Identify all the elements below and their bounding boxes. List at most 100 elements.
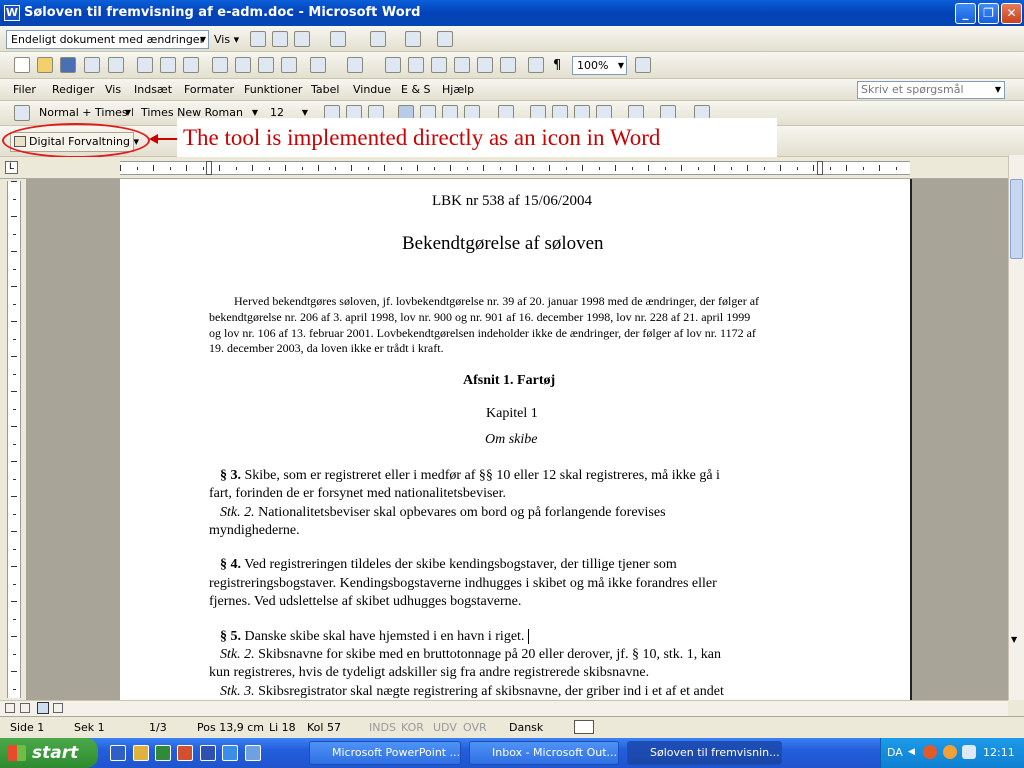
ruler-tick <box>252 165 253 171</box>
highlight-icon[interactable] <box>405 31 421 47</box>
scroll-down-icon[interactable]: ▼ <box>1011 635 1017 644</box>
paragraph-5-stk3-line-1: Stk. 3. Skibsregistrator skal nægte regi… <box>220 684 724 699</box>
ruler-tick <box>11 566 17 567</box>
insert-table-icon[interactable] <box>431 57 447 73</box>
ruler-tick <box>13 303 16 305</box>
previous-change-icon[interactable] <box>250 31 266 47</box>
scroll-thumb[interactable] <box>1010 179 1023 259</box>
tables-borders-icon[interactable] <box>408 57 424 73</box>
reject-change-icon[interactable] <box>330 31 346 47</box>
quicklaunch-app-icon[interactable] <box>200 745 216 761</box>
help-icon[interactable] <box>635 57 651 73</box>
style-select[interactable]: Normal + Times N ▼ <box>35 104 133 123</box>
tray-expand-icon[interactable]: ◀ <box>908 747 915 757</box>
ruler-tick <box>285 165 286 171</box>
new-document-icon[interactable] <box>14 57 30 73</box>
status-ovr[interactable]: OVR <box>463 721 487 734</box>
spelling-status-icon[interactable] <box>574 720 594 734</box>
ruler-tick <box>169 167 171 170</box>
menu-funktioner[interactable]: Funktioner <box>244 83 302 96</box>
show-formatting-icon[interactable]: ¶ <box>553 58 561 73</box>
quicklaunch-explorer-icon[interactable] <box>245 745 261 761</box>
display-mode-select[interactable]: Endeligt dokument med ændringer ▼ <box>6 30 209 49</box>
print-preview-icon[interactable] <box>160 57 176 73</box>
quicklaunch-ie-icon[interactable] <box>222 745 238 761</box>
status-ext[interactable]: UDV <box>433 721 457 734</box>
accept-change-icon[interactable] <box>294 31 310 47</box>
vertical-scrollbar[interactable]: ▼ <box>1008 155 1024 700</box>
zoom-select[interactable]: 100% ▼ <box>572 56 627 75</box>
permission-icon[interactable] <box>84 57 100 73</box>
menu-e-s[interactable]: E & S <box>401 83 431 96</box>
left-indent-marker[interactable] <box>206 161 212 175</box>
normal-view-icon[interactable] <box>5 703 15 713</box>
horizontal-scrollbar[interactable] <box>0 700 1008 716</box>
tray-volume-icon[interactable] <box>962 745 976 759</box>
right-indent-marker[interactable] <box>817 161 823 175</box>
email-icon[interactable] <box>108 57 124 73</box>
cut-icon[interactable] <box>212 57 228 73</box>
document-page[interactable]: LBK nr 538 af 15/06/2004 Bekendtgørelse … <box>120 179 912 700</box>
track-changes-icon[interactable] <box>437 31 453 47</box>
paste-icon[interactable] <box>258 57 274 73</box>
task-outlook[interactable]: Inbox - Microsoft Out... <box>469 741 619 765</box>
ruler-tick <box>631 167 633 170</box>
next-change-icon[interactable] <box>272 31 288 47</box>
paragraph-4-line-3: fjernes. Ved udslettelse af skibet udhug… <box>209 594 522 609</box>
ruler-tick <box>11 321 17 322</box>
print-layout-icon[interactable] <box>37 702 49 714</box>
copy-icon[interactable] <box>235 57 251 73</box>
minimize-button[interactable]: _ <box>955 3 976 24</box>
section-heading: Afsnit 1. Fartøj <box>463 373 556 388</box>
ruler-tick <box>318 165 319 171</box>
format-painter-icon[interactable] <box>281 57 297 73</box>
tray-app-icon[interactable] <box>923 745 937 759</box>
menu-vis[interactable]: Vis <box>105 83 121 96</box>
word-app-icon[interactable]: W <box>4 5 20 21</box>
spelling-icon[interactable] <box>183 57 199 73</box>
print-icon[interactable] <box>137 57 153 73</box>
paragraph-3-stk2-line-1: Stk. 2. Nationalitetsbeviser skal opbeva… <box>220 505 666 520</box>
ask-question-input[interactable]: Skriv et spørgsmål ▼ <box>857 81 1005 99</box>
menu-hjaelp[interactable]: Hjælp <box>442 83 474 96</box>
styles-icon[interactable] <box>14 105 30 121</box>
task-word[interactable]: Søloven til fremvisnin... <box>627 741 782 765</box>
menu-indsaet[interactable]: Indsæt <box>134 83 172 96</box>
tab-selector[interactable]: L <box>5 161 18 174</box>
maximize-button[interactable]: ❐ <box>978 3 999 24</box>
menu-rediger[interactable]: Rediger <box>52 83 94 96</box>
chapter-heading: Kapitel 1 <box>486 406 538 421</box>
outline-view-icon[interactable] <box>53 703 63 713</box>
tray-network-icon[interactable] <box>943 745 957 759</box>
quicklaunch-word-icon[interactable] <box>110 745 126 761</box>
insert-excel-icon[interactable] <box>454 57 470 73</box>
drawing-icon[interactable] <box>500 57 516 73</box>
save-icon[interactable] <box>60 57 76 73</box>
web-view-icon[interactable] <box>20 703 30 713</box>
show-menu[interactable]: Vis ▾ <box>214 33 239 46</box>
columns-icon[interactable] <box>477 57 493 73</box>
redo-icon[interactable] <box>347 57 363 73</box>
undo-icon[interactable] <box>310 57 326 73</box>
ruler-tick <box>664 167 666 170</box>
open-folder-icon[interactable] <box>37 57 53 73</box>
quicklaunch-powerpoint-icon[interactable] <box>177 745 193 761</box>
ruler-tick <box>879 165 880 171</box>
task-powerpoint[interactable]: Microsoft PowerPoint ... <box>309 741 461 765</box>
status-rec[interactable]: INDS <box>369 721 396 734</box>
insert-comment-icon[interactable] <box>370 31 386 47</box>
menu-vindue[interactable]: Vindue <box>353 83 391 96</box>
tray-language[interactable]: DA <box>887 746 903 759</box>
menu-filer[interactable]: Filer <box>13 83 36 96</box>
document-map-icon[interactable] <box>528 57 544 73</box>
menu-formater[interactable]: Formater <box>184 83 234 96</box>
quicklaunch-excel-icon[interactable] <box>155 745 171 761</box>
ruler-tick <box>11 391 17 392</box>
status-trk[interactable]: KOR <box>401 721 424 734</box>
hyperlink-icon[interactable] <box>385 57 401 73</box>
document-area: LBK nr 538 af 15/06/2004 Bekendtgørelse … <box>26 179 1008 700</box>
close-button[interactable]: ✕ <box>1001 3 1022 24</box>
intro-line-3: og lov nr. 106 af 13. februar 2001. Lovb… <box>209 326 756 340</box>
menu-tabel[interactable]: Tabel <box>311 83 339 96</box>
quicklaunch-outlook-icon[interactable] <box>133 745 149 761</box>
